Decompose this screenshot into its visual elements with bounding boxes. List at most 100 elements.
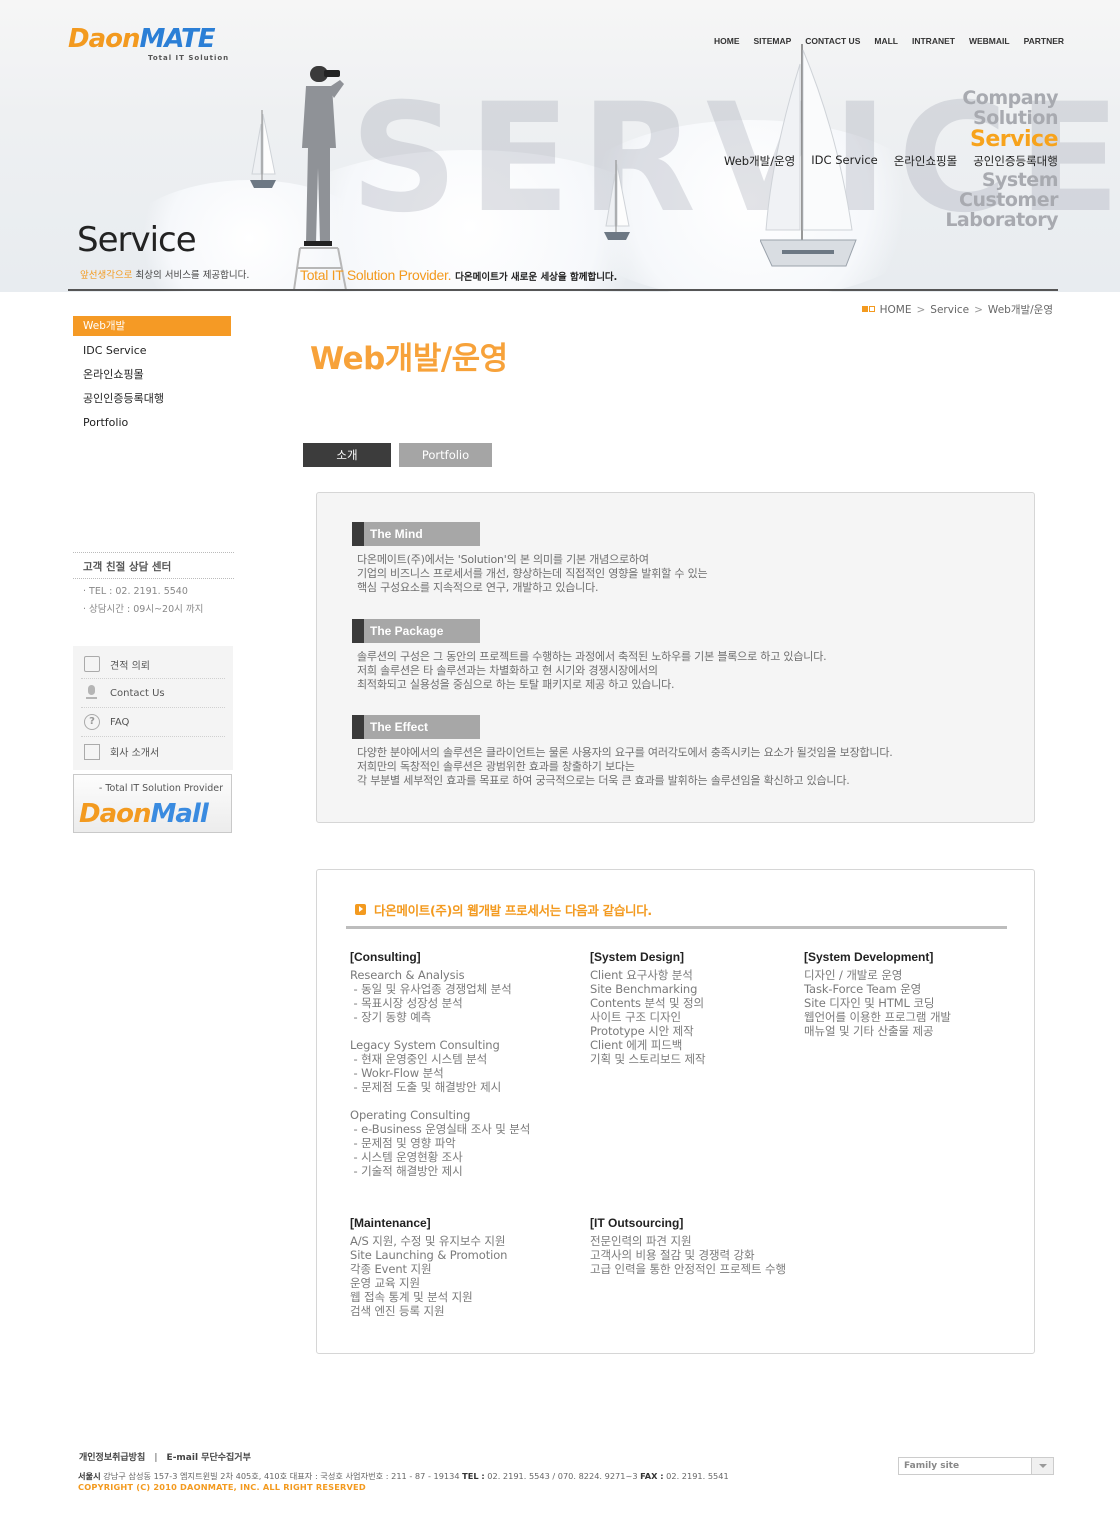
provider-slogan: Total IT Solution Provider. 다온메이트가 새로운 세상… <box>300 265 617 284</box>
intro-section-package: The Package 솔루션의 구성은 그 동안의 프로젝트를 수행하는 과정… <box>352 619 827 692</box>
section-subtitle: 앞선생각으로 최상의 서비스를 제공합니다. <box>80 267 249 281</box>
consult-center-hours: · 상담시간 : 09시~20시 까지 <box>83 604 204 615</box>
process-column-maintenance: [Maintenance] A/S 지원, 수정 및 유지보수 지원 Site … <box>350 1216 507 1318</box>
footer-address: 서울시 강남구 삼성동 157-3 엠지트윈빌 2차 405호, 410호 대표… <box>78 1470 729 1482</box>
process-item: - 장기 동향 예측 <box>350 1010 432 1024</box>
topnav-intranet[interactable]: INTRANET <box>912 36 955 46</box>
footer-address-prefix: 서울시 <box>78 1471 101 1481</box>
topnav-contact-us[interactable]: CONTACT US <box>805 36 860 46</box>
mall-logo-mall: Mall <box>150 799 209 829</box>
process-column-heading: [System Development] <box>804 950 934 964</box>
mall-banner-tagline: - Total IT Solution Provider <box>98 783 223 794</box>
process-item: - 기술적 해결방안 제시 <box>350 1164 463 1178</box>
left-nav-idc-service[interactable]: IDC Service <box>73 340 231 364</box>
main-menu-laboratory[interactable]: Laboratory <box>945 210 1058 230</box>
logo-text-mate: MATE <box>139 24 216 54</box>
process-item: Site Launching & Promotion <box>350 1248 508 1262</box>
footer-fax-label: FAX : <box>640 1471 664 1481</box>
quick-link-faq[interactable]: ? FAQ <box>81 708 225 737</box>
intro-line: 다온메이트(주)에서는 'Solution'의 본 의미를 기본 개념으로하여 <box>357 553 649 566</box>
topnav-partner[interactable]: PARTNER <box>1024 36 1064 46</box>
process-heading: 다온메이트(주)의 웹개발 프로세서는 다음과 같습니다. <box>355 900 652 919</box>
family-site-select[interactable]: Family site <box>898 1457 1054 1475</box>
intro-section-title: The Package <box>364 619 480 643</box>
footer-copyright: COPYRIGHT (C) 2010 DAONMATE, INC. ALL RI… <box>78 1482 366 1492</box>
process-item: 매뉴얼 및 기타 산출물 제공 <box>804 1024 934 1038</box>
process-item: Site Benchmarking <box>590 982 698 996</box>
process-column-consulting: [Consulting] Research & Analysis - 동일 및 … <box>350 950 530 1178</box>
section-title: Service <box>77 220 197 260</box>
subnav-certificate[interactable]: 공인인증등록대행 <box>973 153 1058 169</box>
intro-line: 핵심 구성요소를 지속적으로 연구, 개발하고 있습니다. <box>357 581 599 594</box>
breadcrumb-home[interactable]: HOME <box>880 304 912 316</box>
main-menu-service[interactable]: Service <box>945 128 1058 152</box>
left-nav-certificate[interactable]: 공인인증등록대행 <box>73 388 231 412</box>
main-menu-system[interactable]: System <box>945 170 1059 190</box>
topnav-home[interactable]: HOME <box>714 36 740 46</box>
quick-link-estimate[interactable]: 견적 의뢰 <box>81 650 225 679</box>
quick-links: 견적 의뢰 Contact Us ? FAQ 회사 소개서 <box>73 646 233 770</box>
topnav-mall[interactable]: MALL <box>874 36 898 46</box>
main-menu-customer[interactable]: Customer <box>945 190 1058 210</box>
question-icon: ? <box>84 714 100 730</box>
quick-link-contact[interactable]: Contact Us <box>81 679 225 708</box>
process-item: Client 요구사항 분석 <box>590 968 693 982</box>
folder-icon <box>84 656 100 672</box>
left-nav-portfolio[interactable]: Portfolio <box>73 412 231 436</box>
footer-link-privacy[interactable]: 개인정보취급방침 <box>79 1453 145 1463</box>
process-item: 고급 인력을 통한 안정적인 프로젝트 수행 <box>590 1262 786 1276</box>
process-item: 디자인 / 개발로 운영 <box>804 968 903 982</box>
logo-text-daon: Daon <box>68 24 140 54</box>
footer-address-text: 강남구 삼성동 157-3 엠지트윈빌 2차 405호, 410호 대표자 : … <box>100 1471 463 1481</box>
consult-center-tel: · TEL : 02. 2191. 5540 <box>83 586 188 597</box>
top-utility-nav: HOME SITEMAP CONTACT US MALL INTRANET WE… <box>714 36 1064 46</box>
section-subtitle-rest: 최상의 서비스를 제공합니다. <box>132 270 250 281</box>
process-column-heading: [Maintenance] <box>350 1216 431 1230</box>
subnav-online-shop[interactable]: 온라인쇼핑몰 <box>894 153 957 169</box>
process-item: 고객사의 비용 절감 및 경쟁력 강화 <box>590 1248 755 1262</box>
process-divider <box>346 926 1007 929</box>
left-nav-online-shop[interactable]: 온라인쇼핑몰 <box>73 364 231 388</box>
topnav-sitemap[interactable]: SITEMAP <box>754 36 792 46</box>
family-site-value: Family site <box>904 1461 960 1471</box>
intro-line: 최적화되고 실용성을 중심으로 하는 토탈 패키지로 제공 하고 있습니다. <box>357 678 675 691</box>
page-title: Web개발/운영 <box>310 341 508 377</box>
intro-line: 기업의 비즈니스 프로세서를 개선, 향상하는데 직접적인 영향을 발휘할 수 … <box>357 567 708 580</box>
process-column-heading: [Consulting] <box>350 950 421 964</box>
arrow-bullet-icon <box>355 904 366 915</box>
intro-line: 다양한 분야에서의 솔루션은 클라이언트는 물론 사용자의 요구를 여러각도에서… <box>357 746 893 759</box>
intro-panel: The Mind 다온메이트(주)에서는 'Solution'의 본 의미를 기… <box>316 492 1035 823</box>
man-with-binoculars-illustration <box>293 66 347 290</box>
main-menu-solution[interactable]: Solution <box>945 108 1058 128</box>
topnav-webmail[interactable]: WEBMAIL <box>969 36 1010 46</box>
chevron-down-icon[interactable] <box>1031 1458 1053 1474</box>
mall-logo-daon: Daon <box>79 799 151 829</box>
microphone-icon <box>84 685 100 701</box>
breadcrumb-current: Web개발/운영 <box>987 304 1053 316</box>
subnav-web-dev[interactable]: Web개발/운영 <box>724 153 795 169</box>
tab-portfolio[interactable]: Portfolio <box>399 443 492 467</box>
intro-line: 각 부분별 세부적인 효과를 목표로 하여 궁극적으로는 더욱 큰 효과를 발휘… <box>357 774 850 787</box>
section-subtitle-highlight: 앞선생각으로 <box>80 270 133 281</box>
consult-center-title: 고객 친절 상담 센터 <box>83 561 172 573</box>
process-item: - 동일 및 유사업종 경쟁업체 분석 <box>350 982 512 996</box>
process-item: Prototype 시안 제작 <box>590 1024 694 1038</box>
company-logo[interactable]: DaonMATE Total IT Solution <box>68 24 228 62</box>
intro-line: 솔루션의 구성은 그 동안의 프로젝트를 수행하는 과정에서 축적된 노하우를 … <box>357 650 827 663</box>
left-nav-web-dev[interactable]: Web개발 <box>73 316 231 336</box>
process-item: A/S 지원, 수정 및 유지보수 지원 <box>350 1234 506 1248</box>
process-item: - 시스템 운영현황 조사 <box>350 1150 463 1164</box>
main-menu-company[interactable]: Company <box>945 88 1058 108</box>
breadcrumb-service[interactable]: Service <box>930 304 969 316</box>
footer-link-email-policy[interactable]: E-mail 무단수집거부 <box>167 1453 251 1463</box>
process-column-heading: [IT Outsourcing] <box>590 1216 684 1230</box>
process-item: Site 디자인 및 HTML 코딩 <box>804 996 935 1010</box>
subnav-idc-service[interactable]: IDC Service <box>811 153 877 169</box>
left-nav: Web개발 IDC Service 온라인쇼핑몰 공인인증등록대행 Portfo… <box>73 316 231 436</box>
daonmall-banner[interactable]: - Total IT Solution Provider DaonMall <box>73 774 232 833</box>
quick-link-company-intro[interactable]: 회사 소개서 <box>81 737 225 766</box>
process-item: - 문제점 도출 및 해결방안 제시 <box>350 1080 502 1094</box>
provider-text: Total IT Solution Provider. <box>300 267 452 283</box>
process-column-system-design: [System Design] Client 요구사항 분석 Site Benc… <box>590 950 706 1066</box>
tab-intro[interactable]: 소개 <box>303 443 391 467</box>
